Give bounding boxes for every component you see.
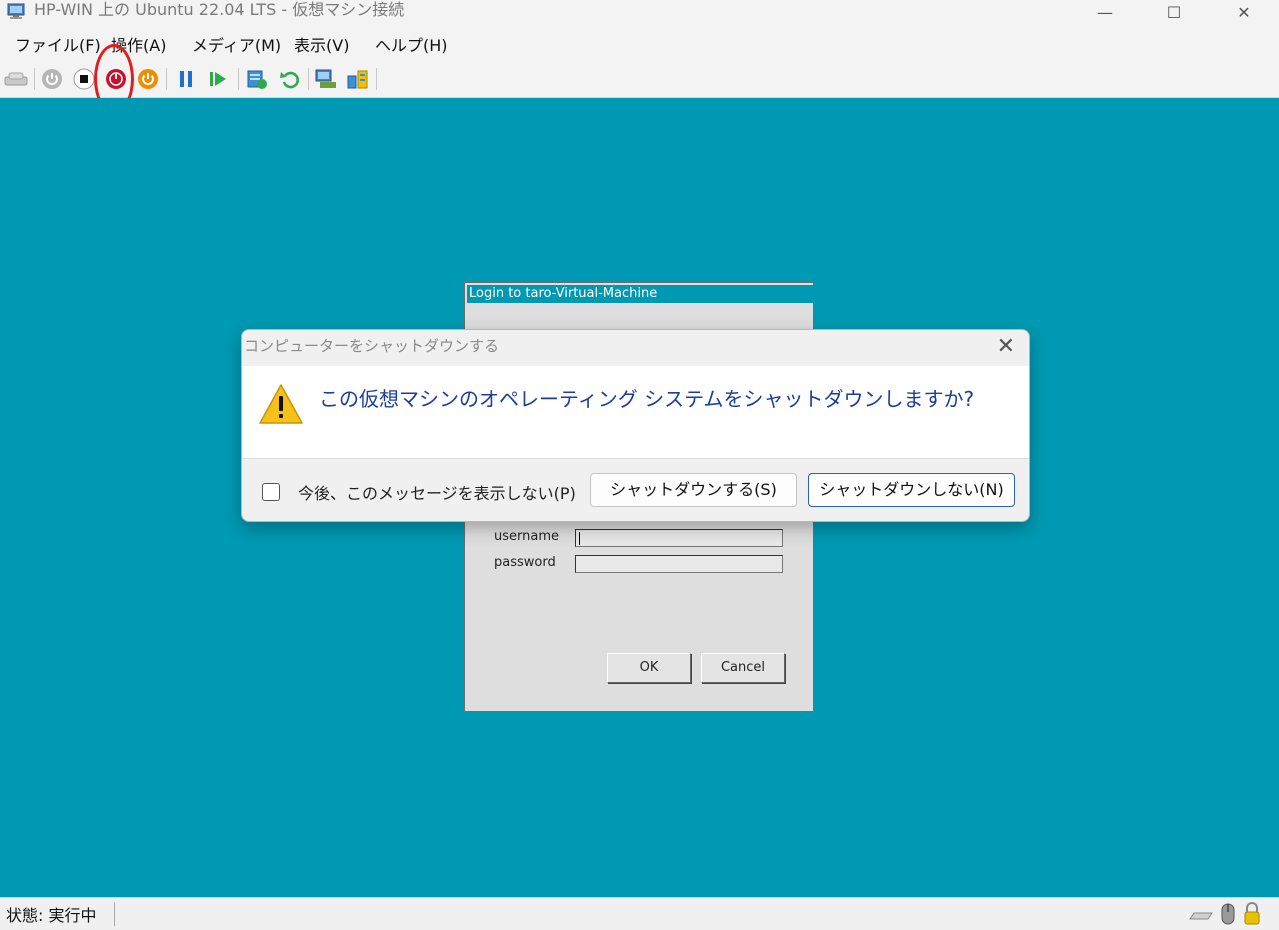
dialog-title: コンピューターをシャットダウンする xyxy=(244,337,500,355)
dialog-question: この仮想マシンのオペレーティング システムをシャットダウンしますか? xyxy=(319,387,975,411)
maximize-button[interactable]: ☐ xyxy=(1151,0,1197,24)
minimize-button[interactable]: — xyxy=(1082,0,1128,24)
vm-connection-icon xyxy=(7,3,25,19)
menu-bar: ファイル(F) 操作(A) メディア(M) 表示(V) ヘルプ(H) xyxy=(0,26,1279,62)
shutdown-confirm-button[interactable]: シャットダウンする(S) xyxy=(590,473,797,507)
dialog-footer: 今後、このメッセージを表示しない(P) シャットダウンする(S) シャットダウン… xyxy=(242,458,1029,521)
password-label: password xyxy=(494,555,556,570)
share-icon[interactable] xyxy=(346,67,370,91)
ctrl-alt-del-icon[interactable] xyxy=(4,67,28,91)
keyboard-icon xyxy=(1189,912,1213,920)
xrdp-login-title: Login to taro-Virtual-Machine xyxy=(467,285,813,303)
pause-icon[interactable] xyxy=(174,67,198,91)
close-window-button[interactable]: ✕ xyxy=(1221,0,1267,24)
window-titlebar: HP-WIN 上の Ubuntu 22.04 LTS - 仮想マシン接続 — ☐… xyxy=(0,0,1279,26)
shutdown-cancel-button[interactable]: シャットダウンしない(N) xyxy=(808,473,1015,507)
status-bar: 状態: 実行中 xyxy=(0,897,1279,930)
revert-icon[interactable] xyxy=(278,67,302,91)
dont-show-again-label[interactable]: 今後、このメッセージを表示しない(P) xyxy=(298,484,576,504)
username-label: username xyxy=(494,529,559,544)
toolbar xyxy=(0,62,1279,98)
save-icon[interactable] xyxy=(136,67,160,91)
dialog-body: この仮想マシンのオペレーティング システムをシャットダウンしますか? xyxy=(242,366,1029,458)
menu-view[interactable]: 表示(V) xyxy=(294,36,349,56)
ok-button[interactable]: OK xyxy=(607,653,691,683)
username-input[interactable] xyxy=(575,529,783,547)
enhanced-session-icon[interactable] xyxy=(314,67,338,91)
toolbar-separator xyxy=(238,68,239,90)
menu-file[interactable]: ファイル(F) xyxy=(15,36,101,56)
turn-off-icon[interactable] xyxy=(72,67,96,91)
reset-icon[interactable] xyxy=(206,67,230,91)
window-title: HP-WIN 上の Ubuntu 22.04 LTS - 仮想マシン接続 xyxy=(34,0,405,19)
status-separator xyxy=(114,902,115,926)
start-icon[interactable] xyxy=(40,67,64,91)
shutdown-dialog: コンピューターをシャットダウンする ✕ この仮想マシンのオペレーティング システ… xyxy=(241,329,1030,522)
dont-show-again-checkbox[interactable] xyxy=(262,483,280,501)
mouse-icon xyxy=(1221,903,1235,925)
menu-help[interactable]: ヘルプ(H) xyxy=(375,36,448,56)
dialog-close-button[interactable]: ✕ xyxy=(997,334,1015,360)
menu-media[interactable]: メディア(M) xyxy=(192,36,281,56)
xrdp-cancel-button[interactable]: Cancel xyxy=(701,653,785,683)
warning-icon xyxy=(259,384,303,424)
text-caret xyxy=(579,532,580,545)
status-text: 状態: 実行中 xyxy=(6,906,97,925)
checkpoint-icon[interactable] xyxy=(245,67,269,91)
password-input[interactable] xyxy=(575,555,783,573)
lock-icon xyxy=(1244,902,1260,925)
toolbar-separator xyxy=(34,68,35,90)
toolbar-separator xyxy=(166,68,167,90)
toolbar-separator xyxy=(308,68,309,90)
toolbar-separator xyxy=(376,68,377,90)
